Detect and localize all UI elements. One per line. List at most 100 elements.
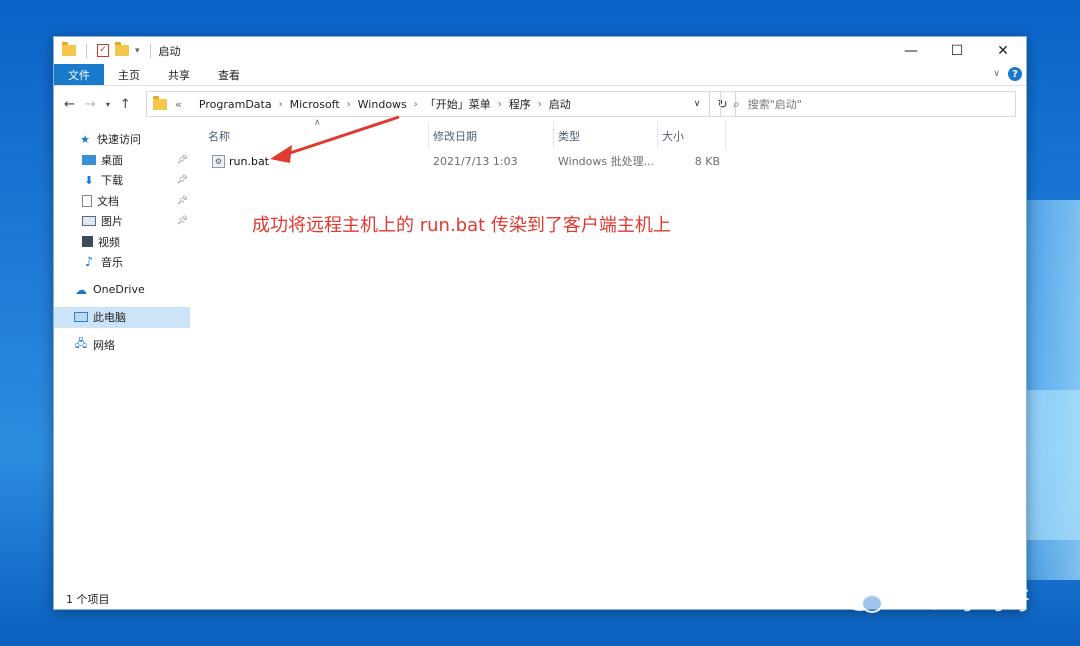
- breadcrumb-separator: [189, 99, 192, 110]
- nav-item-downloads[interactable]: ⬇ 下载 📌︎: [54, 170, 190, 191]
- search-box[interactable]: ⌕: [720, 91, 1016, 117]
- column-headers: 名称 ∧ 修改日期 类型 大小: [204, 118, 1026, 149]
- file-size: 8 KB: [694, 154, 720, 168]
- folder-icon: [62, 42, 76, 56]
- tab-share[interactable]: 共享: [154, 64, 204, 85]
- breadcrumb-overflow[interactable]: «: [175, 98, 182, 111]
- breadcrumb-separator[interactable]: ›: [538, 99, 542, 110]
- properties-icon[interactable]: ✓: [97, 44, 109, 57]
- navigation-bar: ← → ▾ ↑ « ProgramData › Microsoft › Wind…: [54, 86, 1026, 122]
- nav-item-label: 下载: [101, 174, 123, 188]
- customize-toolbar-chevron-icon[interactable]: ▾: [135, 46, 140, 56]
- navigation-pane: ★ 快速访问 桌面 📌︎ ⬇ 下载 📌︎ 文档 📌︎ 图片 📌︎ 视频 ♪ 音乐…: [54, 122, 190, 588]
- watermark-text: HACK学习呀: [891, 587, 1030, 615]
- nav-onedrive-label: OneDrive: [93, 283, 145, 297]
- tab-home[interactable]: 主页: [104, 64, 154, 85]
- desktop-icon: [82, 154, 96, 165]
- new-folder-icon[interactable]: [115, 42, 129, 56]
- nav-item-label: 视频: [98, 235, 120, 249]
- pin-icon: 📌︎: [176, 154, 188, 165]
- file-row[interactable]: ⚙ run.bat 2021/7/13 1:03 Windows 批处理... …: [204, 150, 1026, 172]
- computer-icon: [74, 312, 88, 323]
- breadcrumb-startup[interactable]: 启动: [549, 96, 571, 112]
- breadcrumb-start-menu[interactable]: 「开始」菜单: [425, 96, 491, 112]
- ribbon-right: ∨ ?: [993, 67, 1022, 81]
- forward-arrow-icon[interactable]: →: [85, 97, 96, 112]
- column-header-modified[interactable]: 修改日期: [429, 122, 554, 149]
- nav-item-label: 音乐: [101, 256, 123, 270]
- network-icon: 🖧︎: [74, 337, 88, 351]
- nav-this-pc-label: 此电脑: [93, 311, 126, 325]
- file-explorer-window: ✓ ▾ 启动 — ☐ ✕ 文件 主页 共享 查看 ∨ ? ← → ▾ ↑ « P…: [53, 36, 1027, 610]
- recent-locations-chevron-icon[interactable]: ▾: [106, 100, 110, 109]
- column-header-size[interactable]: 大小: [658, 122, 726, 149]
- minimize-button[interactable]: —: [888, 37, 934, 64]
- breadcrumb-programdata[interactable]: ProgramData: [199, 98, 272, 111]
- up-arrow-icon[interactable]: ↑: [120, 97, 131, 112]
- breadcrumb-separator[interactable]: ›: [414, 99, 418, 110]
- nav-quick-access[interactable]: ★ 快速访问: [54, 129, 190, 150]
- tab-view[interactable]: 查看: [204, 64, 254, 85]
- pin-icon: 📌︎: [176, 216, 188, 227]
- file-name-cell: ⚙ run.bat: [208, 150, 269, 172]
- search-input[interactable]: [747, 97, 998, 111]
- nav-item-videos[interactable]: 视频: [54, 232, 190, 253]
- file-modified: 2021/7/13 1:03: [433, 154, 518, 168]
- nav-item-documents[interactable]: 文档 📌︎: [54, 191, 190, 212]
- nav-network-label: 网络: [93, 338, 115, 352]
- cloud-icon: ☁: [75, 282, 87, 297]
- maximize-button[interactable]: ☐: [934, 37, 980, 64]
- star-icon: ★: [80, 132, 90, 146]
- tab-file[interactable]: 文件: [54, 64, 104, 85]
- back-arrow-icon[interactable]: ←: [64, 97, 75, 112]
- column-header-size-label: 大小: [662, 129, 684, 143]
- nav-item-music[interactable]: ♪ 音乐: [54, 252, 190, 273]
- download-icon: ⬇: [84, 173, 94, 187]
- address-bar[interactable]: « ProgramData › Microsoft › Windows › 「开…: [146, 91, 710, 117]
- nav-buttons: ← → ▾ ↑: [64, 97, 131, 112]
- pin-icon: 📌︎: [176, 195, 188, 206]
- sort-ascending-icon: ∧: [314, 118, 321, 128]
- address-dropdown-chevron-icon[interactable]: ∨: [685, 92, 709, 116]
- divider: [86, 43, 87, 58]
- column-header-name[interactable]: 名称 ∧: [204, 118, 429, 149]
- nav-onedrive[interactable]: ☁ OneDrive: [54, 280, 190, 301]
- nav-quick-access-label: 快速访问: [97, 133, 141, 147]
- column-header-type[interactable]: 类型: [554, 122, 658, 149]
- breadcrumb-separator[interactable]: ›: [498, 99, 502, 110]
- breadcrumb-separator[interactable]: ›: [347, 99, 351, 110]
- content-area: ★ 快速访问 桌面 📌︎ ⬇ 下载 📌︎ 文档 📌︎ 图片 📌︎ 视频 ♪ 音乐…: [54, 118, 1026, 588]
- breadcrumb-windows[interactable]: Windows: [358, 98, 407, 111]
- nav-this-pc[interactable]: 此电脑: [54, 307, 190, 328]
- batch-file-icon: ⚙: [212, 154, 225, 168]
- search-icon: ⌕: [733, 96, 740, 111]
- music-icon: ♪: [84, 254, 94, 270]
- help-icon[interactable]: ?: [1008, 67, 1022, 81]
- ribbon-tabs: 文件 主页 共享 查看 ∨ ?: [54, 64, 1026, 86]
- nav-network[interactable]: 🖧︎ 网络: [54, 335, 190, 356]
- quick-access-toolbar: ✓ ▾: [62, 42, 155, 58]
- file-name: run.bat: [229, 154, 269, 168]
- nav-item-label: 图片: [101, 215, 123, 229]
- close-button[interactable]: ✕: [980, 37, 1026, 64]
- column-header-name-label: 名称: [208, 129, 230, 143]
- nav-item-label: 文档: [97, 194, 119, 208]
- file-list: 名称 ∧ 修改日期 类型 大小 ⚙ run.bat 2021/7/13 1:03…: [204, 118, 1026, 588]
- breadcrumb-programs[interactable]: 程序: [509, 96, 531, 112]
- nav-item-pictures[interactable]: 图片 📌︎: [54, 211, 190, 232]
- item-count: 1 个项目: [66, 592, 110, 606]
- picture-icon: [82, 216, 96, 227]
- file-type: Windows 批处理...: [558, 155, 655, 168]
- nav-item-desktop[interactable]: 桌面 📌︎: [54, 150, 190, 171]
- annotation-text: 成功将远程主机上的 run.bat 传染到了客户端主机上: [252, 215, 671, 236]
- title-bar: ✓ ▾ 启动 — ☐ ✕: [54, 37, 1026, 64]
- window-title: 启动: [158, 44, 181, 58]
- pin-icon: 📌︎: [176, 175, 188, 186]
- expand-ribbon-icon[interactable]: ∨: [993, 69, 1000, 79]
- breadcrumb-microsoft[interactable]: Microsoft: [290, 98, 340, 111]
- breadcrumb-separator[interactable]: ›: [279, 99, 283, 110]
- column-header-type-label: 类型: [558, 129, 580, 143]
- document-icon: [82, 194, 92, 207]
